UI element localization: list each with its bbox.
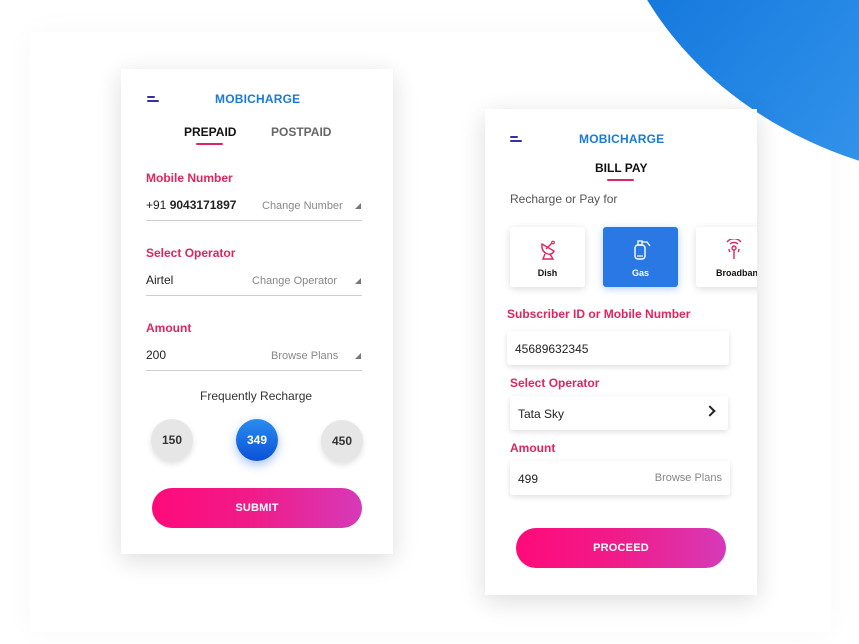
submit-button[interactable]: SUBMIT — [152, 488, 362, 528]
operator-field[interactable]: Airtel — [146, 273, 173, 287]
dropdown-caret-icon — [355, 278, 361, 284]
active-tab-indicator — [196, 143, 223, 145]
proceed-button[interactable]: PROCEED — [516, 528, 726, 568]
select-operator-label: Select Operator — [510, 376, 600, 390]
amount-field[interactable]: 200 — [146, 348, 166, 362]
dropdown-caret-icon — [355, 353, 361, 359]
field-underline — [146, 220, 362, 221]
tab-postpaid[interactable]: POSTPAID — [271, 125, 331, 139]
hamburger-menu-icon[interactable] — [147, 96, 159, 102]
change-number-link[interactable]: Change Number — [262, 200, 343, 212]
category-tile-broadband[interactable]: Broadband — [696, 227, 757, 287]
category-label: Dish — [537, 268, 558, 278]
mobile-number-field[interactable]: +91 9043171897 — [146, 198, 236, 212]
browse-plans-link[interactable]: Browse Plans — [655, 472, 722, 484]
change-operator-link[interactable]: Change Operator — [252, 275, 337, 287]
browse-plans-link[interactable]: Browse Plans — [271, 350, 338, 362]
recharge-or-pay-subtitle: Recharge or Pay for — [510, 192, 618, 206]
mobile-number-label: Mobile Number — [146, 171, 233, 185]
amount-value: 499 — [518, 472, 539, 486]
amount-label: Amount — [146, 321, 192, 335]
recharge-chip[interactable]: 150 — [151, 419, 193, 461]
category-label: Broadband — [716, 268, 757, 278]
brand-title: MOBICHARGE — [215, 92, 301, 106]
country-code: +91 — [146, 198, 167, 212]
subscriber-id-value: 45689632345 — [515, 342, 589, 356]
category-label: Gas — [631, 268, 649, 278]
tab-prepaid[interactable]: PREPAID — [184, 125, 236, 139]
active-tab-indicator — [607, 179, 634, 181]
chevron-right-icon — [704, 405, 716, 417]
category-tile-dish[interactable]: Dish — [510, 227, 585, 287]
frequently-recharge-title: Frequently Recharge — [200, 389, 313, 403]
amount-label: Amount — [510, 441, 556, 455]
tab-bill-pay[interactable]: BILL PAY — [595, 161, 647, 175]
amount-input[interactable]: 499 Browse Plans — [510, 461, 730, 495]
category-tile-gas[interactable]: Gas — [603, 227, 678, 287]
brand-title: MOBICHARGE — [579, 132, 665, 146]
prepaid-recharge-card: MOBICHARGE PREPAID POSTPAID Mobile Numbe… — [121, 69, 393, 554]
hamburger-menu-icon[interactable] — [510, 136, 522, 142]
field-underline — [146, 370, 362, 371]
satellite-dish-icon — [540, 240, 555, 260]
operator-value: Tata Sky — [518, 407, 565, 421]
page-background: MOBICHARGE PREPAID POSTPAID Mobile Numbe… — [0, 0, 859, 644]
dropdown-caret-icon — [355, 203, 361, 209]
gas-cylinder-icon — [633, 240, 651, 260]
bill-pay-card: MOBICHARGE BILL PAY Recharge or Pay for … — [485, 109, 757, 595]
mobile-number-value: 9043171897 — [169, 198, 237, 212]
select-operator-label: Select Operator — [146, 246, 236, 260]
operator-select[interactable]: Tata Sky — [510, 396, 728, 430]
field-underline — [146, 295, 362, 296]
broadband-antenna-icon — [725, 239, 742, 259]
subscriber-id-input[interactable]: 45689632345 — [507, 331, 729, 365]
recharge-chip-selected[interactable]: 349 — [236, 419, 278, 461]
recharge-chip[interactable]: 450 — [321, 420, 363, 462]
subscriber-id-label: Subscriber ID or Mobile Number — [507, 307, 691, 321]
